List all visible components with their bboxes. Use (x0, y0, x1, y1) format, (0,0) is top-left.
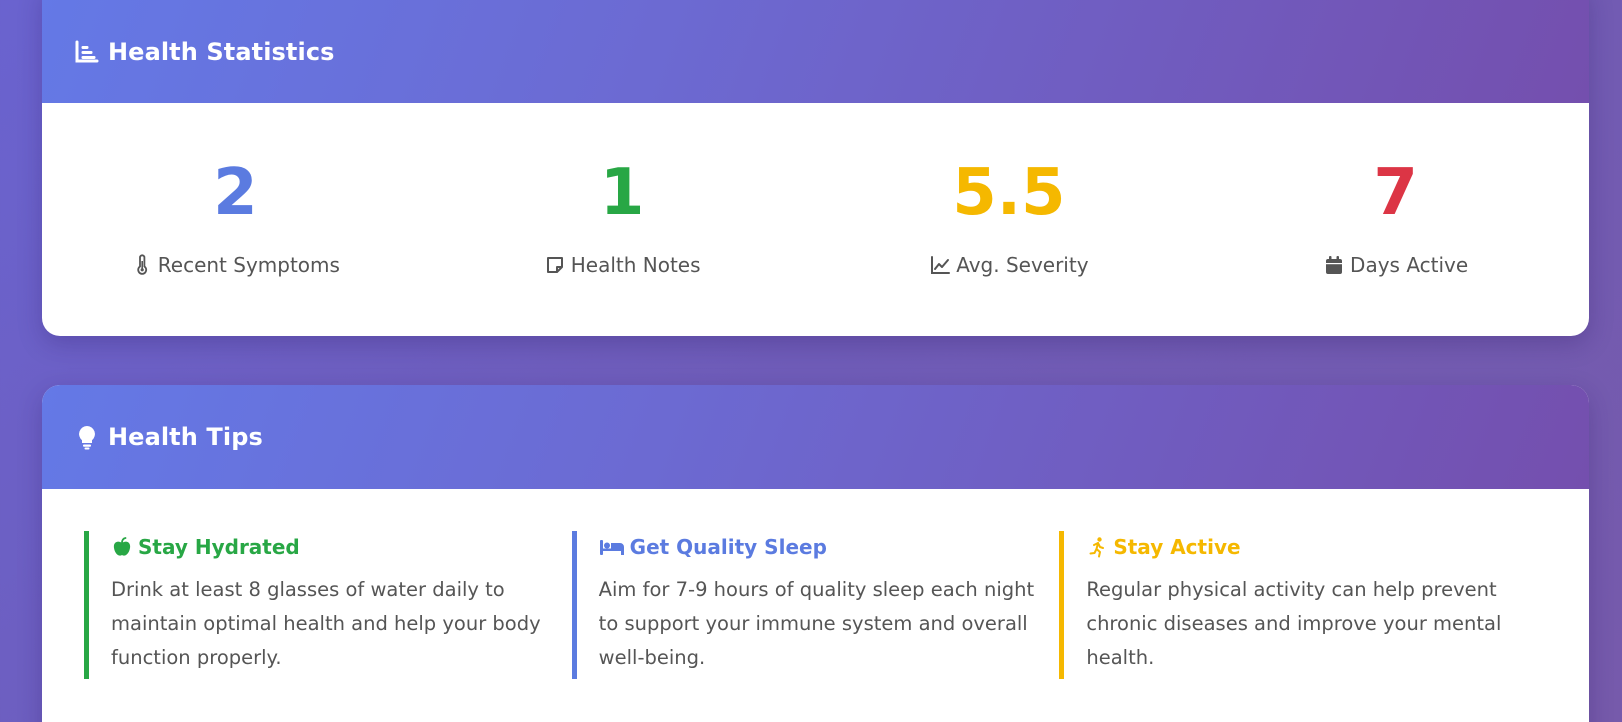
tip-text: Aim for 7-9 hours of quality sleep each … (598, 578, 1035, 669)
stat-days-active: 7 Days Active (1202, 103, 1589, 336)
stat-recent-symptoms: 2 Recent Symptoms (42, 103, 429, 336)
sticky-note-icon (544, 254, 566, 276)
tip-title: Stay Hydrated (138, 535, 300, 559)
tip-text: Regular physical activity can help preve… (1086, 578, 1502, 669)
stat-label: Health Notes (570, 253, 701, 277)
apple-icon (111, 536, 133, 558)
tip-title: Get Quality Sleep (629, 535, 827, 559)
stat-label: Recent Symptoms (157, 253, 340, 277)
stat-value: 1 (599, 156, 645, 230)
running-icon (1086, 536, 1108, 558)
chart-line-icon (929, 254, 951, 276)
tip-stay-active: Stay Active Regular physical activity ca… (1059, 531, 1547, 679)
tip-text: Drink at least 8 glasses of water daily … (111, 578, 541, 669)
stat-avg-severity: 5.5 Avg. Severity (816, 103, 1203, 336)
health-statistics-title: Health Statistics (108, 37, 335, 66)
health-tips-card: Health Tips Stay Hydrated Drink at least… (42, 385, 1589, 722)
bed-icon (599, 536, 625, 558)
stat-health-notes: 1 Health Notes (429, 103, 816, 336)
health-tips-header: Health Tips (42, 385, 1589, 489)
tip-title: Stay Active (1113, 535, 1241, 559)
stat-value: 7 (1373, 156, 1418, 230)
stat-value: 5.5 (952, 156, 1066, 230)
stat-value: 2 (213, 156, 258, 230)
health-tips-title: Health Tips (108, 423, 263, 451)
tips-row: Stay Hydrated Drink at least 8 glasses o… (42, 489, 1589, 679)
stat-label: Days Active (1350, 253, 1469, 277)
stats-row: 2 Recent Symptoms 1 Health Notes 5.5 Avg… (42, 103, 1589, 336)
tip-get-quality-sleep: Get Quality Sleep Aim for 7-9 hours of q… (571, 531, 1060, 679)
stat-label: Avg. Severity (956, 253, 1089, 277)
chart-bar-icon (74, 39, 100, 65)
lightbulb-icon (74, 424, 100, 450)
thermometer-icon (131, 254, 153, 276)
health-statistics-card: Health Statistics 2 Recent Symptoms 1 He… (42, 0, 1589, 336)
calendar-icon (1323, 254, 1345, 276)
tip-stay-hydrated: Stay Hydrated Drink at least 8 glasses o… (84, 531, 572, 679)
health-statistics-header: Health Statistics (42, 0, 1589, 103)
